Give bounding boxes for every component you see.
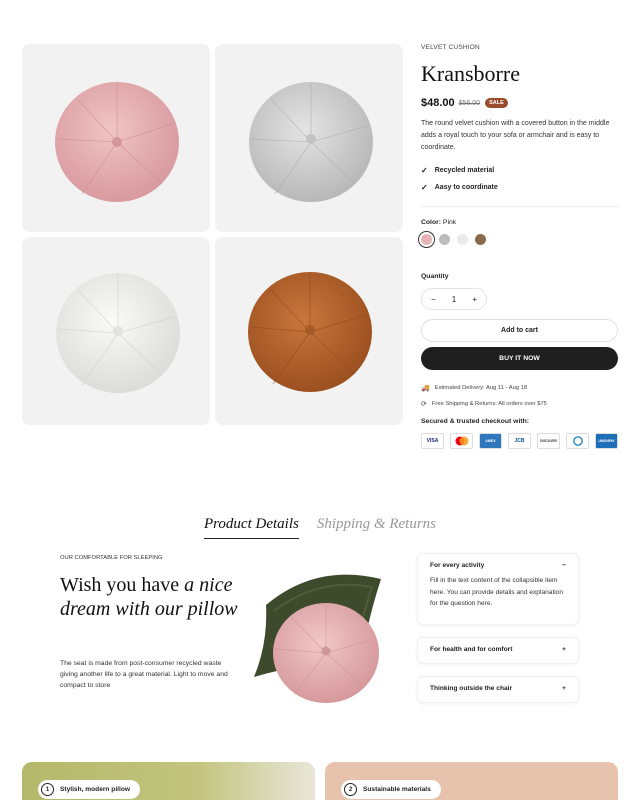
- feature-item: ✓ Recycled material: [421, 166, 618, 175]
- white-cushion-image: [56, 273, 180, 393]
- collapse-icon[interactable]: −: [562, 562, 566, 569]
- details-body: The seat is made from post-consumer recy…: [60, 660, 228, 689]
- highlight-label: Stylish, modern pillow: [60, 786, 130, 793]
- secured-checkout-label: Secured & trusted checkout with:: [421, 418, 530, 425]
- highlight-number: 1: [41, 783, 54, 796]
- accordion-title: Thinking outside the chair: [430, 685, 513, 692]
- payment-methods: VISA AMEX JCB DISCOVER UNIONPAY: [421, 433, 618, 449]
- product-info: VELVET CUSHION Kransborre $48.00 $56.00 …: [418, 44, 618, 449]
- feature-label: Recycled material: [434, 167, 495, 174]
- highlight-label: Sustainable materials: [363, 786, 431, 793]
- highlight-card-stylish: 1 Stylish, modern pillow: [22, 762, 315, 800]
- accordion-header[interactable]: For every activity −: [430, 562, 566, 569]
- color-label: Color: Pink: [421, 219, 618, 226]
- quantity-input[interactable]: 1: [452, 295, 456, 304]
- discover-icon: DISCOVER: [537, 433, 560, 449]
- accordion-item-health[interactable]: For health and for comfort +: [417, 637, 579, 664]
- quantity-label: Quantity: [421, 273, 449, 280]
- check-icon: ✓: [421, 166, 428, 175]
- headline-plain: Wish you have: [60, 574, 185, 596]
- swatch-white[interactable]: [457, 234, 468, 245]
- highlight-number: 2: [344, 783, 357, 796]
- unionpay-icon: UNIONPAY: [595, 433, 618, 449]
- divider: [421, 206, 618, 207]
- sale-badge: SALE: [485, 98, 508, 108]
- swatch-brown[interactable]: [475, 234, 486, 245]
- original-price: $56.00: [458, 99, 481, 107]
- brown-cushion-image: [248, 272, 372, 392]
- buy-now-button[interactable]: BUY IT NOW: [421, 347, 618, 370]
- delivery-info: 🚚 Estimated Delivery: Aug 11 - Aug 18: [421, 384, 618, 392]
- color-swatches: [418, 231, 618, 248]
- amex-icon: AMEX: [479, 433, 502, 449]
- return-icon: ⟳: [421, 401, 427, 408]
- accordion-title: For health and for comfort: [430, 646, 513, 653]
- add-to-cart-button[interactable]: Add to cart: [421, 319, 618, 342]
- highlight-pill: 2 Sustainable materials: [341, 780, 441, 799]
- accordion-title: For every activity: [430, 562, 485, 569]
- current-price: $48.00: [421, 97, 455, 109]
- details-eyebrow: OUR COMFORTABLE FOR SLEEPING: [60, 555, 163, 561]
- tab-product-details[interactable]: Product Details: [203, 516, 299, 539]
- product-description: The round velvet cushion with a covered …: [421, 120, 610, 151]
- highlight-card-sustainable: 2 Sustainable materials: [325, 762, 618, 800]
- highlight-pill: 1 Stylish, modern pillow: [38, 780, 140, 799]
- swatch-pink[interactable]: [418, 231, 435, 248]
- expand-icon[interactable]: +: [562, 685, 566, 692]
- pink-cushion-image: [55, 82, 179, 202]
- accordion-body: Fill in the text content of the collapsi…: [430, 577, 564, 607]
- accordion-item-activity[interactable]: For every activity − Fill in the text co…: [417, 553, 579, 625]
- color-label-key: Color:: [421, 219, 442, 226]
- truck-icon: 🚚: [421, 385, 430, 392]
- feature-item: ✓ Aasy to coordinate: [421, 183, 618, 192]
- gallery-image-white[interactable]: [22, 237, 210, 425]
- diners-icon: [566, 433, 589, 449]
- product-tabs: Product Details Shipping & Returns: [0, 516, 640, 539]
- shipping-info: ⟳ Free Shipping & Returns: All orders ov…: [421, 400, 618, 408]
- check-icon: ✓: [421, 183, 428, 192]
- price-row: $48.00 $56.00 SALE: [421, 97, 618, 109]
- grey-cushion-image: [249, 82, 373, 202]
- accordion-header[interactable]: For health and for comfort +: [430, 646, 566, 653]
- delivery-text: Estimated Delivery: Aug 11 - Aug 18: [434, 385, 528, 391]
- jcb-icon: JCB: [508, 433, 531, 449]
- quantity-stepper: − 1 +: [421, 288, 487, 310]
- accordion-header[interactable]: Thinking outside the chair +: [430, 685, 566, 692]
- gallery-image-brown[interactable]: [215, 237, 403, 425]
- color-selected-value: Pink: [442, 219, 457, 226]
- shipping-text: Free Shipping & Returns: All orders over…: [431, 401, 547, 407]
- accordion-item-thinking[interactable]: Thinking outside the chair +: [417, 676, 579, 703]
- product-title: Kransborre: [421, 61, 520, 86]
- details-headline: Wish you have a nice dream with our pill…: [60, 573, 245, 621]
- swatch-grey[interactable]: [439, 234, 450, 245]
- pillow-lifestyle-image: [254, 574, 381, 703]
- quantity-decrease-button[interactable]: −: [431, 295, 436, 304]
- tab-shipping-returns[interactable]: Shipping & Returns: [317, 516, 436, 539]
- quantity-increase-button[interactable]: +: [472, 295, 477, 304]
- product-category: VELVET CUSHION: [421, 44, 480, 51]
- feature-label: Aasy to coordinate: [434, 184, 498, 191]
- product-gallery: [22, 44, 412, 425]
- gallery-image-pink[interactable]: [22, 44, 210, 232]
- expand-icon[interactable]: +: [562, 646, 566, 653]
- visa-icon: VISA: [421, 433, 444, 449]
- gallery-image-grey[interactable]: [215, 44, 403, 232]
- mastercard-icon: [450, 433, 473, 449]
